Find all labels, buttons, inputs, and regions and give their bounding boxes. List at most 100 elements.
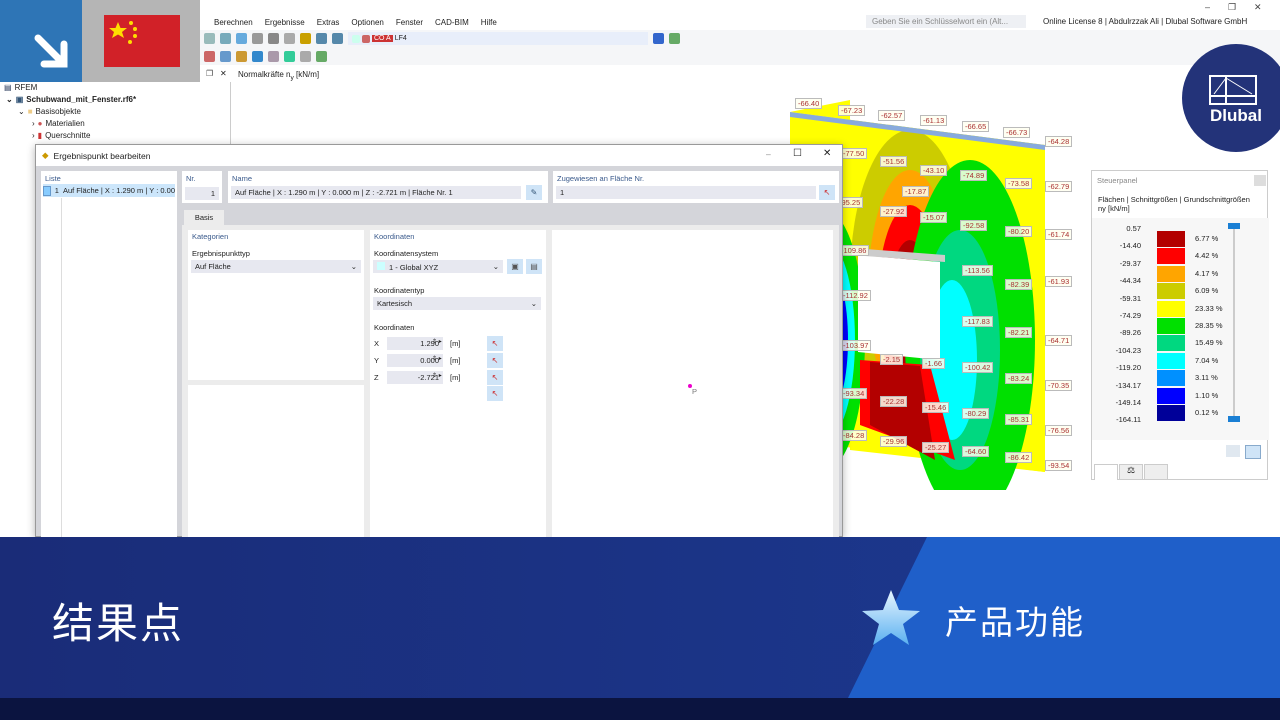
- coord-axis-label: Y: [374, 356, 380, 365]
- name-field[interactable]: Auf Fläche | X : 1.290 m | Y : 0.000 m |…: [231, 186, 521, 199]
- result-value-label: -80.29: [962, 408, 990, 419]
- toolbar-icon[interactable]: [204, 33, 215, 44]
- pick-y-button[interactable]: ↖: [487, 353, 503, 368]
- toolbar-icon[interactable]: [204, 50, 215, 62]
- result-value-label: -15.46: [922, 402, 950, 413]
- menu-berechnen[interactable]: Berechnen: [214, 18, 253, 27]
- dialog-titlebar: ◆ Ergebnispunkt bearbeiten – ☐ ✕: [36, 145, 842, 166]
- legend-percent: 28.35 %: [1195, 321, 1223, 330]
- brand-name: Dlubal: [1210, 106, 1262, 125]
- nr-field[interactable]: 1: [185, 187, 219, 200]
- toolbar-icon[interactable]: [300, 50, 311, 62]
- menu-optionen[interactable]: Optionen: [351, 18, 383, 27]
- result-value-label: -117.83: [962, 316, 993, 327]
- pick-z-button[interactable]: ↖: [487, 370, 503, 385]
- new-coordinate-system-button[interactable]: ▣: [507, 259, 523, 274]
- menu-ergebnisse[interactable]: Ergebnisse: [265, 18, 305, 27]
- result-point-type-select[interactable]: Auf Fläche ⌄: [191, 260, 361, 273]
- toolbar-icon[interactable]: [220, 50, 231, 62]
- toolbar-icon[interactable]: [284, 33, 295, 44]
- koordinaten-section: Koordinaten Koordinatensystem 1 - Global…: [370, 230, 546, 538]
- legend-percent: 6.09 %: [1195, 286, 1219, 296]
- legend-tick: -104.23: [1115, 345, 1141, 355]
- toolbar-icon[interactable]: [220, 33, 231, 44]
- loadcase-label: LF4: [394, 35, 407, 42]
- result-value-label: -76.56: [1045, 425, 1073, 436]
- tab-filter[interactable]: [1144, 464, 1168, 480]
- search-input[interactable]: Geben Sie ein Schlüsselwort ein (Alt...: [866, 15, 1026, 28]
- toolbar-icon[interactable]: [236, 50, 247, 62]
- toolbar-icon[interactable]: [284, 50, 295, 62]
- coordinate-type-select[interactable]: Kartesisch ⌄: [373, 297, 541, 310]
- tree-file[interactable]: ⌄ ▣ Schubwand_mit_Fenster.rf6*: [6, 95, 136, 104]
- panel-close-icon[interactable]: ✕: [220, 69, 227, 78]
- minimize-icon[interactable]: –: [1205, 2, 1210, 12]
- legend-color-band: [1157, 318, 1185, 334]
- toolbar-icon[interactable]: [236, 33, 247, 44]
- legend-slider-handle[interactable]: [1228, 223, 1240, 229]
- coord-axis-label: Z: [374, 373, 379, 382]
- tree-root[interactable]: ▤ RFEM: [4, 83, 37, 92]
- tree-querschnitte[interactable]: › ▮ Querschnitte: [32, 131, 90, 140]
- result-value-label: -85.31: [1005, 414, 1033, 425]
- coordinate-system-select[interactable]: 1 - Global XYZ ⌄: [373, 260, 503, 273]
- menu-hilfe[interactable]: Hilfe: [481, 18, 497, 27]
- close-icon[interactable]: ✕: [1254, 2, 1262, 13]
- float-icon[interactable]: ❐: [206, 69, 213, 78]
- legend-color-band: [1157, 335, 1185, 352]
- tab-balance[interactable]: ⚖: [1119, 464, 1143, 480]
- tree-materialien[interactable]: › ● Materialien: [32, 119, 85, 128]
- loadcase-select[interactable]: CO A LF4: [348, 32, 648, 45]
- view-title: Normalkräfte ny [kN/m]: [238, 70, 320, 82]
- legend-slider-track[interactable]: [1233, 228, 1235, 418]
- legend-slider-handle[interactable]: [1228, 416, 1240, 422]
- spinner-icon[interactable]: ⇕ ▸: [432, 372, 442, 379]
- menu-cad-bim[interactable]: CAD-BIM: [435, 18, 469, 27]
- panel-close-button[interactable]: [1254, 175, 1266, 186]
- maximize-icon[interactable]: ☐: [793, 148, 802, 159]
- pick-x-button[interactable]: ↖: [487, 336, 503, 351]
- toolbar-icon[interactable]: [268, 50, 279, 62]
- arrow-down-right-icon: [34, 34, 68, 68]
- menu-extras[interactable]: Extras: [317, 18, 340, 27]
- list-item[interactable]: 1 Auf Fläche | X : 1.290 m | Y : 0.00: [43, 184, 175, 197]
- spinner-icon[interactable]: ⇕ ▸: [432, 338, 442, 345]
- tab-color-scale[interactable]: [1094, 464, 1118, 480]
- toolbar-icon[interactable]: [332, 33, 343, 44]
- toolbar-icon[interactable]: [252, 33, 263, 44]
- assigned-field[interactable]: 1: [556, 186, 816, 199]
- result-value-label: -74.89: [960, 170, 988, 181]
- toolbar-icon[interactable]: [300, 33, 311, 44]
- filter-icon[interactable]: [653, 33, 664, 44]
- panel-title: Steuerpanel: [1097, 176, 1138, 185]
- toolbar-icon[interactable]: [669, 33, 680, 44]
- spinner-icon[interactable]: ⇕ ▸: [432, 355, 442, 362]
- toolbar-icon[interactable]: [316, 33, 327, 44]
- tree-basisobjekte[interactable]: ⌄ ■ Basisobjekte: [18, 107, 81, 116]
- toolbar-icon[interactable]: [252, 50, 263, 62]
- result-value-label: -86.42: [1005, 452, 1033, 463]
- tab-basis[interactable]: Basis: [184, 210, 224, 225]
- legend-toggle-button[interactable]: [1245, 445, 1261, 459]
- result-value-label: -64.60: [962, 446, 990, 457]
- menu-fenster[interactable]: Fenster: [396, 18, 423, 27]
- result-value-label: -29.96: [880, 436, 908, 447]
- legend-color-band: [1157, 265, 1185, 282]
- minimize-icon[interactable]: –: [766, 149, 771, 159]
- restore-icon[interactable]: ❐: [1228, 2, 1236, 13]
- toolbar-icon[interactable]: [316, 50, 327, 62]
- result-value-label: -82.21: [1005, 327, 1033, 338]
- pick-surface-button[interactable]: ↖: [819, 185, 835, 200]
- edit-name-button[interactable]: ✎: [526, 185, 542, 200]
- legend-settings-button[interactable]: [1226, 445, 1240, 457]
- toolbar-icon[interactable]: [268, 33, 279, 44]
- result-value-label: -73.58: [1005, 178, 1033, 189]
- result-value-label: -64.71: [1045, 335, 1073, 346]
- result-value-label: -84.28: [840, 430, 868, 441]
- result-value-label: -80.20: [1005, 226, 1033, 237]
- result-value-label: -1.66: [922, 358, 946, 369]
- result-value-label: -83.24: [1005, 373, 1033, 384]
- edit-coordinate-system-button[interactable]: ▤: [526, 259, 542, 274]
- pick-point-button[interactable]: ↖: [487, 386, 503, 401]
- close-icon[interactable]: ✕: [823, 148, 831, 159]
